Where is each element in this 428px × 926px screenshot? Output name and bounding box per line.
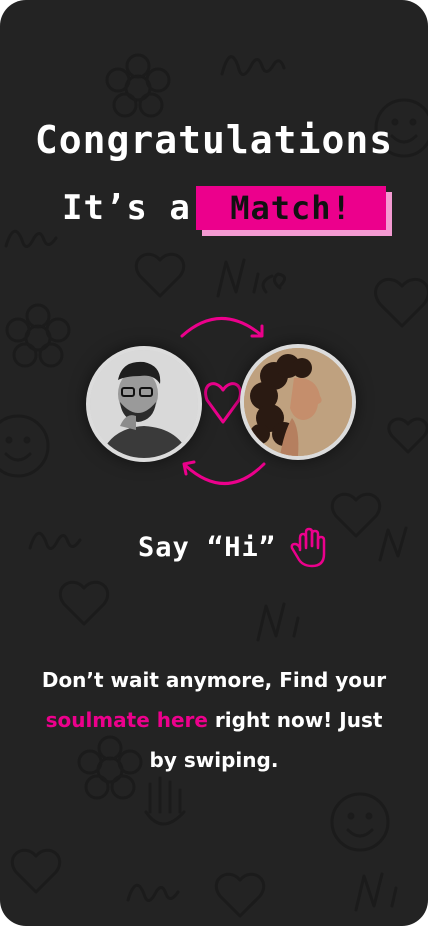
- match-screen: Congratulations It’s a Match! Say “Hi” D…: [0, 0, 428, 926]
- soulmate-link[interactable]: soulmate here: [46, 708, 208, 732]
- subtitle: It’s a Match!: [0, 184, 428, 236]
- avatar-man[interactable]: [86, 346, 202, 462]
- say-hi-button[interactable]: Say “Hi”: [0, 526, 428, 570]
- invite-message: Don’t wait anymore, Find your soulmate h…: [24, 660, 404, 780]
- nice-doodle-icon: [216, 258, 286, 298]
- message-line-2: right now! Just: [207, 708, 383, 732]
- woman-portrait-icon: [244, 348, 352, 456]
- avatar-woman[interactable]: [240, 344, 356, 460]
- page-title: Congratulations: [34, 118, 394, 162]
- subtitle-prefix: It’s a: [62, 188, 191, 228]
- raised-hand-icon: [290, 527, 326, 568]
- heart-doodle-icon: [134, 252, 186, 298]
- top-arrow-icon: [180, 317, 262, 338]
- bottom-arrow-icon: [184, 462, 266, 485]
- man-portrait-icon: [90, 350, 198, 458]
- match-graphic: [80, 306, 370, 496]
- say-hi-label: Say “Hi”: [138, 532, 277, 563]
- flower-doodle-icon: [105, 53, 171, 118]
- heart-outline-icon: [204, 382, 242, 424]
- match-badge: Match!: [196, 186, 386, 230]
- message-line-1: Don’t wait anymore, Find your: [41, 668, 387, 692]
- love-doodle-icon: [220, 55, 286, 76]
- message-line-3: by swiping.: [149, 748, 279, 772]
